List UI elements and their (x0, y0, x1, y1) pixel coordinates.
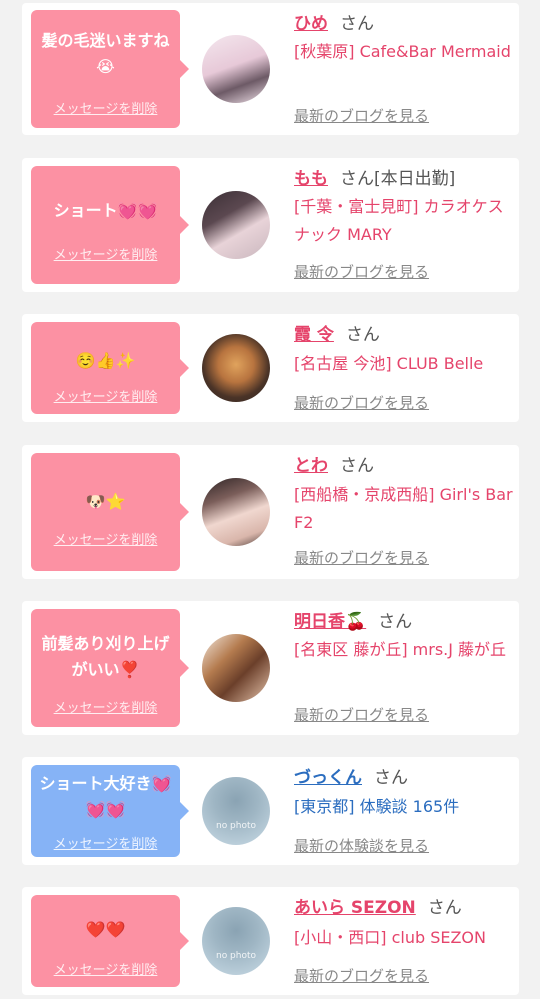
message-text: 髪の毛迷いますね😭 (41, 31, 170, 76)
user-name-link[interactable]: ひめ (294, 14, 328, 34)
message-card: 🐶⭐ メッセージを削除 とわ さん [西船橋・京成西船] Girl's Bar F… (22, 445, 519, 579)
message-bubble: ❤️❤️ メッセージを削除 (31, 895, 189, 987)
honorific: さん (378, 612, 413, 632)
message-text: 前髪あり刈り上げがいい❣️ (41, 634, 170, 679)
no-photo-label: no photo (215, 821, 257, 831)
name-line: 霞 令さん (294, 324, 380, 346)
user-name-link[interactable]: もも (294, 169, 328, 189)
delete-message-link[interactable]: メッセージを削除 (31, 697, 180, 716)
name-line: 明日香🍒 さん (294, 611, 412, 633)
avatar[interactable]: no photo (202, 777, 270, 845)
delete-message-link[interactable]: メッセージを削除 (31, 98, 180, 117)
name-line: もも さん[本日出勤] (294, 168, 455, 190)
delete-message-link[interactable]: メッセージを削除 (31, 529, 180, 548)
name-line: づっくん さん (294, 767, 408, 789)
latest-blog-link[interactable]: 最新のブログを見る (294, 392, 429, 413)
delete-message-link[interactable]: メッセージを削除 (31, 244, 180, 263)
shop-info: [名東区 藤が丘] mrs.J 藤が丘 (294, 640, 507, 659)
message-bubble: ショート大好き💓💓💓 メッセージを削除 (31, 765, 189, 857)
shop-info: [秋葉原] Cafe&Bar Mermaid (294, 42, 511, 61)
message-text: ❤️❤️ (85, 920, 126, 939)
name-line: ひめ さん (294, 13, 374, 35)
latest-blog-link[interactable]: 最新のブログを見る (294, 704, 429, 725)
message-text: ショート大好き💓💓💓 (39, 774, 172, 819)
delete-message-link[interactable]: メッセージを削除 (31, 959, 180, 978)
latest-blog-link[interactable]: 最新のブログを見る (294, 261, 429, 282)
avatar[interactable] (202, 634, 270, 702)
message-card: ❤️❤️ メッセージを削除 no photo あいら SEZON さん [小山・西… (22, 887, 519, 995)
shop-info: [西船橋・京成西船] Girl's Bar F2 (294, 485, 513, 532)
latest-review-link[interactable]: 最新の体験談を見る (294, 835, 429, 856)
delete-message-link[interactable]: メッセージを削除 (31, 386, 180, 405)
user-name-link[interactable]: づっくん (294, 768, 362, 788)
message-text: 🐶⭐ (85, 492, 126, 511)
honorific: さん (374, 768, 408, 788)
message-card: 前髪あり刈り上げがいい❣️ メッセージを削除 明日香🍒 さん [名東区 藤が丘] … (22, 601, 519, 735)
shop-info: [東京都] 体験談 165件 (294, 797, 460, 816)
message-card: ☺️👍✨ メッセージを削除 霞 令さん [名古屋 今池] CLUB Belle … (22, 314, 519, 422)
message-bubble: ☺️👍✨ メッセージを削除 (31, 322, 189, 414)
name-line: とわ さん (294, 455, 374, 477)
honorific: さん (427, 898, 462, 918)
message-card: ショート大好き💓💓💓 メッセージを削除 no photo づっくん さん [東京都… (22, 757, 519, 865)
user-name-link[interactable]: 明日香🍒 (294, 612, 366, 632)
avatar[interactable] (202, 334, 270, 402)
name-line: あいら SEZON さん (294, 897, 462, 919)
message-bubble: 髪の毛迷いますね😭 メッセージを削除 (31, 10, 189, 128)
user-name-link[interactable]: とわ (294, 456, 328, 476)
message-card: 髪の毛迷いますね😭 メッセージを削除 ひめ さん [秋葉原] Cafe&Bar M… (22, 3, 519, 135)
user-name-link[interactable]: 霞 令 (294, 325, 334, 345)
avatar[interactable] (202, 191, 270, 259)
latest-blog-link[interactable]: 最新のブログを見る (294, 547, 429, 568)
message-card: ショート💓💓 メッセージを削除 もも さん[本日出勤] [千葉・富士見町] カラオ… (22, 158, 519, 292)
avatar[interactable] (202, 478, 270, 546)
honorific: さん[本日出勤] (340, 169, 456, 189)
message-text: ☺️👍✨ (75, 351, 136, 370)
avatar[interactable] (202, 35, 270, 103)
shop-info: [名古屋 今池] CLUB Belle (294, 354, 484, 373)
latest-blog-link[interactable]: 最新のブログを見る (294, 965, 429, 986)
honorific: さん (340, 14, 374, 34)
no-photo-label: no photo (215, 951, 257, 961)
shop-info: [小山・西口] club SEZON (294, 928, 486, 947)
delete-message-link[interactable]: メッセージを削除 (31, 833, 180, 852)
avatar[interactable]: no photo (202, 907, 270, 975)
honorific: さん (340, 456, 374, 476)
message-bubble: 前髪あり刈り上げがいい❣️ メッセージを削除 (31, 609, 189, 727)
user-name-link[interactable]: あいら SEZON (294, 898, 416, 918)
message-bubble: ショート💓💓 メッセージを削除 (31, 166, 189, 284)
honorific: さん (345, 325, 380, 345)
latest-blog-link[interactable]: 最新のブログを見る (294, 105, 429, 126)
message-text: ショート💓💓 (53, 201, 158, 220)
shop-info: [千葉・富士見町] カラオケスナック MARY (294, 197, 504, 244)
message-bubble: 🐶⭐ メッセージを削除 (31, 453, 189, 571)
